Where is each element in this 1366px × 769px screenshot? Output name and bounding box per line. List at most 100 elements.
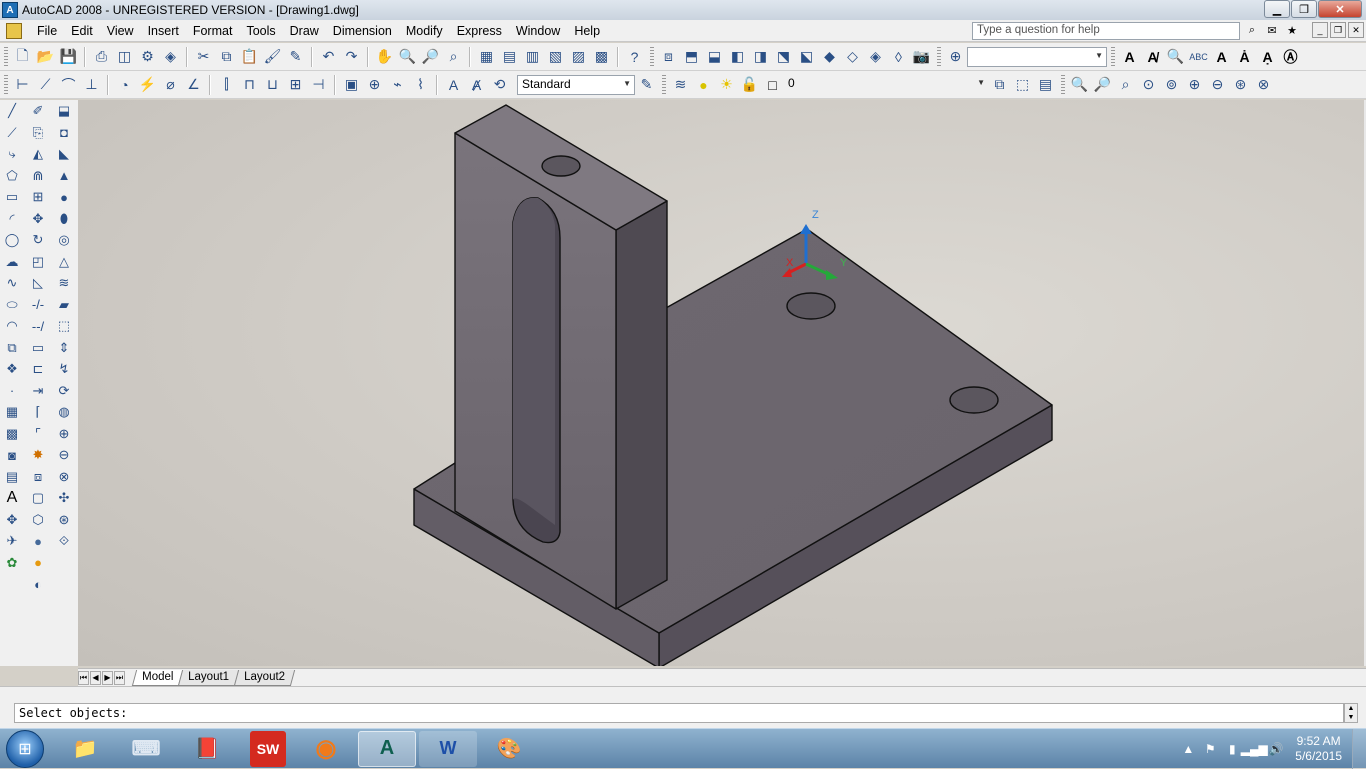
match-properties-icon[interactable]: 🖌 (262, 46, 284, 68)
zoom-object-icon[interactable]: ⊚ (1161, 74, 1183, 96)
insert-block-icon[interactable]: ⧉ (1, 337, 23, 358)
presspull-icon[interactable]: ⇕ (53, 337, 75, 358)
sweep-icon[interactable]: ↯ (53, 359, 75, 380)
plot-preview-icon[interactable]: ◫ (114, 46, 136, 68)
zoom-center-icon[interactable]: ⊙ (1138, 74, 1160, 96)
arc-length-icon[interactable]: ⌒ (58, 74, 80, 96)
network-signal-icon[interactable]: ▂▄▆ (1241, 740, 1268, 758)
sphere-solid-icon[interactable]: ● (53, 187, 75, 208)
copy-object-icon[interactable]: ⎘ (27, 122, 49, 143)
drawing-canvas[interactable]: Z Y X (78, 100, 1366, 666)
zoom-previous-icon[interactable]: ⌕ (443, 46, 465, 68)
stretch-icon[interactable]: ◺ (27, 273, 49, 294)
paste-icon[interactable]: 📋 (239, 46, 261, 68)
zoom-extents-icon[interactable]: ⊗ (1253, 74, 1275, 96)
dimension-update-icon[interactable]: ⟲ (489, 74, 511, 96)
linear-dimension-icon[interactable]: ⊢ (12, 74, 34, 96)
top-view-icon[interactable]: ⬒ (681, 46, 703, 68)
multiline-text-icon[interactable]: A (1, 488, 23, 509)
open-icon[interactable]: 📂 (35, 46, 57, 68)
favorites-star-icon[interactable]: ★ (1284, 22, 1300, 38)
find-text-icon[interactable]: 🔍 (1165, 46, 1187, 68)
revision-cloud-icon[interactable]: ☁ (1, 251, 23, 272)
front-view-icon[interactable]: ⬔ (773, 46, 795, 68)
rotate-icon[interactable]: ↻ (27, 230, 49, 251)
angular-dimension-icon[interactable]: ∠ (183, 74, 205, 96)
layer-previous-icon[interactable]: ⬚ (1012, 74, 1034, 96)
jogged-dimension-icon[interactable]: ⚡ (137, 74, 159, 96)
region-icon[interactable]: ◙ (1, 445, 23, 466)
start-button[interactable]: ⊞ (6, 729, 44, 768)
spline-icon[interactable]: ∿ (1, 273, 23, 294)
doc-restore-button[interactable]: ❐ (1330, 22, 1346, 38)
pan-icon[interactable]: ✋ (374, 46, 396, 68)
help-icon[interactable]: ? (624, 46, 646, 68)
space-convert-icon[interactable]: Ⓐ (1280, 46, 1302, 68)
ucs-icon[interactable]: ⊕ (945, 46, 967, 68)
edit-text-icon[interactable]: A̸ (1142, 46, 1164, 68)
design-center-icon[interactable]: ▤ (499, 46, 521, 68)
taskbar-keyboard[interactable]: ⌨ (117, 731, 175, 767)
markup-icon[interactable]: ▨ (568, 46, 590, 68)
intersect-icon[interactable]: ⊗ (53, 466, 75, 487)
layer-freeze-sun-icon[interactable]: ☀ (716, 74, 738, 96)
3d-align-icon[interactable]: ⟐ (53, 531, 75, 552)
block-editor-icon[interactable]: ✎ (285, 46, 307, 68)
chamfer-icon[interactable]: ⌈ (27, 402, 49, 423)
circle-icon[interactable]: ◯ (1, 230, 23, 251)
last-tab-button[interactable]: ⏭ (114, 670, 125, 685)
tool-palettes-icon[interactable]: ▥ (522, 46, 544, 68)
properties-icon[interactable]: ▦ (476, 46, 498, 68)
3d-dwf-icon[interactable]: ◈ (160, 46, 182, 68)
walk-icon[interactable]: ✈ (1, 531, 23, 552)
spell-check-icon[interactable]: ABC (1188, 46, 1210, 68)
extend-icon[interactable]: --/ (27, 316, 49, 337)
volume-icon[interactable]: 🔊 (1267, 740, 1285, 758)
make-block-icon[interactable]: ❖ (1, 359, 23, 380)
3d-bracket-model[interactable]: Z Y X (78, 100, 1364, 666)
nw-iso-view-icon[interactable]: ◊ (888, 46, 910, 68)
material-icon[interactable]: ● (27, 552, 49, 573)
zoom-all-icon[interactable]: ⊛ (1230, 74, 1252, 96)
fillet-icon[interactable]: ⌜ (27, 423, 49, 444)
doc-close-button[interactable]: ✕ (1348, 22, 1364, 38)
autocad-app-icon[interactable]: A (2, 2, 18, 18)
sphere-icon[interactable]: ● (27, 531, 49, 552)
redo-icon[interactable]: ↷ (341, 46, 363, 68)
zoom-window-icon[interactable]: 🔎 (420, 46, 442, 68)
ellipse-arc-icon[interactable]: ◠ (1, 316, 23, 337)
ellipse-icon[interactable]: ⬭ (1, 294, 23, 315)
zoom-scale-icon[interactable]: ⌕ (1115, 74, 1137, 96)
back-view-icon[interactable]: ⬕ (796, 46, 818, 68)
attach-image-icon[interactable]: ⧈ (27, 466, 49, 487)
planar-surface-icon[interactable]: ▰ (53, 294, 75, 315)
explode-icon[interactable]: ✸ (27, 445, 49, 466)
taskbar-solidworks[interactable]: SW (250, 730, 286, 767)
command-scrollbar[interactable]: ▲ ▼ (1344, 703, 1358, 723)
print-icon[interactable]: ⎙ (91, 46, 113, 68)
diameter-dimension-icon[interactable]: ⌀ (160, 74, 182, 96)
subtract-icon[interactable]: ⊖ (53, 445, 75, 466)
continue-dimension-icon[interactable]: ⊔ (262, 74, 284, 96)
menu-draw[interactable]: Draw (283, 20, 326, 42)
wedge-icon[interactable]: ⬡ (27, 509, 49, 530)
jogged-linear-icon[interactable]: ⌇ (410, 74, 432, 96)
undo-icon[interactable]: ↶ (318, 46, 340, 68)
save-icon[interactable]: 💾 (58, 46, 80, 68)
point-icon[interactable]: · (1, 380, 23, 401)
menu-edit[interactable]: Edit (64, 20, 100, 42)
3d-move-icon[interactable]: ✣ (53, 488, 75, 509)
first-tab-button[interactable]: ⏮ (78, 670, 89, 685)
render-icon[interactable]: ✿ (1, 552, 23, 573)
show-hidden-icons-icon[interactable]: ▲ (1179, 740, 1197, 758)
zoom-window-icon[interactable]: 🔍 (1069, 74, 1091, 96)
right-view-icon[interactable]: ◨ (750, 46, 772, 68)
close-button[interactable]: ✕ (1318, 0, 1362, 18)
zoom-dynamic-icon[interactable]: 🔎 (1092, 74, 1114, 96)
polygon-icon[interactable]: ⬠ (1, 165, 23, 186)
zoom-out-icon[interactable]: ⊖ (1207, 74, 1229, 96)
move-icon[interactable]: ✥ (27, 208, 49, 229)
menu-file[interactable]: File (30, 20, 64, 42)
helix-icon[interactable]: ≋ (53, 273, 75, 294)
make-layer-current-icon[interactable]: ⧉ (989, 74, 1011, 96)
